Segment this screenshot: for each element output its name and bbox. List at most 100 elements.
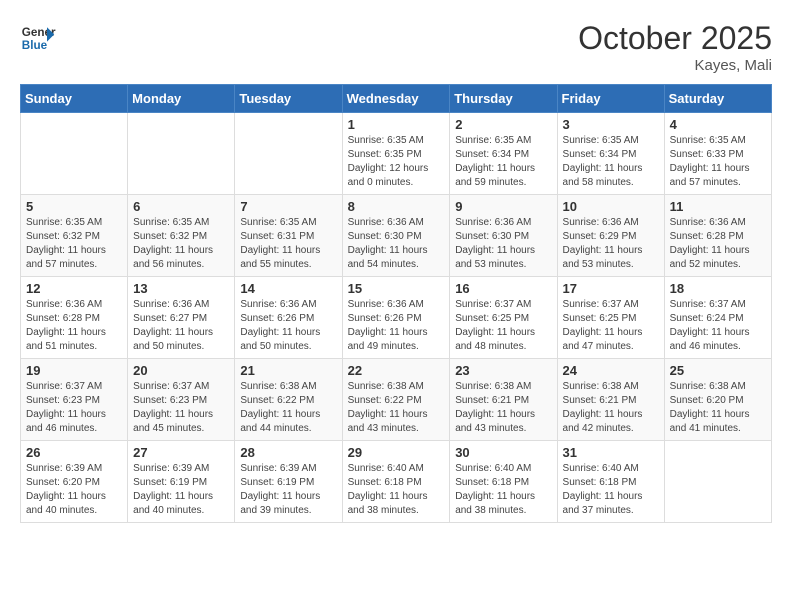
day-number: 17 xyxy=(563,281,659,296)
day-info: Sunrise: 6:40 AM Sunset: 6:18 PM Dayligh… xyxy=(348,462,445,518)
day-number: 29 xyxy=(348,445,445,460)
day-number: 19 xyxy=(26,363,122,378)
calendar-cell: 30 Sunrise: 6:40 AM Sunset: 6:18 PM Dayli… xyxy=(450,441,557,523)
day-info: Sunrise: 6:36 AM Sunset: 6:30 PM Dayligh… xyxy=(348,216,445,272)
weekday-header-friday: Friday xyxy=(557,85,664,113)
day-info: Sunrise: 6:35 AM Sunset: 6:32 PM Dayligh… xyxy=(133,216,229,272)
day-number: 12 xyxy=(26,281,122,296)
day-number: 25 xyxy=(670,363,766,378)
weekday-header-saturday: Saturday xyxy=(664,85,771,113)
calendar-cell: 10 Sunrise: 6:36 AM Sunset: 6:29 PM Dayli… xyxy=(557,195,664,277)
day-info: Sunrise: 6:40 AM Sunset: 6:18 PM Dayligh… xyxy=(455,462,551,518)
calendar-week-row: 26 Sunrise: 6:39 AM Sunset: 6:20 PM Dayli… xyxy=(21,441,772,523)
day-number: 28 xyxy=(240,445,336,460)
calendar-cell: 26 Sunrise: 6:39 AM Sunset: 6:20 PM Dayli… xyxy=(21,441,128,523)
calendar-cell xyxy=(664,441,771,523)
calendar-cell xyxy=(128,113,235,195)
day-number: 6 xyxy=(133,199,229,214)
day-info: Sunrise: 6:36 AM Sunset: 6:26 PM Dayligh… xyxy=(348,298,445,354)
day-number: 26 xyxy=(26,445,122,460)
calendar-cell: 3Sunrise: 6:35 AM Sunset: 6:34 PM Daylig… xyxy=(557,113,664,195)
svg-text:Blue: Blue xyxy=(22,39,48,52)
day-number: 4 xyxy=(670,117,766,132)
calendar-cell: 21Sunrise: 6:38 AM Sunset: 6:22 PM Dayli… xyxy=(235,359,342,441)
weekday-header-monday: Monday xyxy=(128,85,235,113)
day-info: Sunrise: 6:37 AM Sunset: 6:25 PM Dayligh… xyxy=(563,298,659,354)
calendar-cell: 23 Sunrise: 6:38 AM Sunset: 6:21 PM Dayli… xyxy=(450,359,557,441)
calendar-cell: 11 Sunrise: 6:36 AM Sunset: 6:28 PM Dayli… xyxy=(664,195,771,277)
calendar-cell: 12 Sunrise: 6:36 AM Sunset: 6:28 PM Dayli… xyxy=(21,277,128,359)
calendar-cell: 9 Sunrise: 6:36 AM Sunset: 6:30 PM Daylig… xyxy=(450,195,557,277)
day-number: 5 xyxy=(26,199,122,214)
day-info: Sunrise: 6:35 AM Sunset: 6:34 PM Dayligh… xyxy=(455,134,551,190)
logo-icon: General Blue xyxy=(20,20,56,56)
day-info: Sunrise: 6:35 AM Sunset: 6:34 PM Dayligh… xyxy=(563,134,659,190)
calendar-cell: 2 Sunrise: 6:35 AM Sunset: 6:34 PM Daylig… xyxy=(450,113,557,195)
calendar-cell: 16Sunrise: 6:37 AM Sunset: 6:25 PM Dayli… xyxy=(450,277,557,359)
day-info: Sunrise: 6:37 AM Sunset: 6:24 PM Dayligh… xyxy=(670,298,766,354)
weekday-header-tuesday: Tuesday xyxy=(235,85,342,113)
calendar-cell xyxy=(21,113,128,195)
calendar-cell: 22 Sunrise: 6:38 AM Sunset: 6:22 PM Dayli… xyxy=(342,359,450,441)
day-info: Sunrise: 6:39 AM Sunset: 6:19 PM Dayligh… xyxy=(133,462,229,518)
calendar-cell: 18 Sunrise: 6:37 AM Sunset: 6:24 PM Dayli… xyxy=(664,277,771,359)
calendar-cell: 4Sunrise: 6:35 AM Sunset: 6:33 PM Daylig… xyxy=(664,113,771,195)
calendar-cell: 8 Sunrise: 6:36 AM Sunset: 6:30 PM Daylig… xyxy=(342,195,450,277)
day-info: Sunrise: 6:37 AM Sunset: 6:23 PM Dayligh… xyxy=(26,380,122,436)
calendar-table: SundayMondayTuesdayWednesdayThursdayFrid… xyxy=(20,84,772,523)
location: Kayes, Mali xyxy=(578,57,772,74)
weekday-header-row: SundayMondayTuesdayWednesdayThursdayFrid… xyxy=(21,85,772,113)
calendar-week-row: 12 Sunrise: 6:36 AM Sunset: 6:28 PM Dayli… xyxy=(21,277,772,359)
calendar-week-row: 5 Sunrise: 6:35 AM Sunset: 6:32 PM Daylig… xyxy=(21,195,772,277)
day-number: 30 xyxy=(455,445,551,460)
day-number: 10 xyxy=(563,199,659,214)
day-number: 16 xyxy=(455,281,551,296)
day-number: 18 xyxy=(670,281,766,296)
day-info: Sunrise: 6:38 AM Sunset: 6:21 PM Dayligh… xyxy=(455,380,551,436)
day-number: 7 xyxy=(240,199,336,214)
weekday-header-thursday: Thursday xyxy=(450,85,557,113)
calendar-cell xyxy=(235,113,342,195)
day-info: Sunrise: 6:39 AM Sunset: 6:20 PM Dayligh… xyxy=(26,462,122,518)
day-info: Sunrise: 6:38 AM Sunset: 6:22 PM Dayligh… xyxy=(348,380,445,436)
calendar-cell: 14 Sunrise: 6:36 AM Sunset: 6:26 PM Dayli… xyxy=(235,277,342,359)
day-number: 15 xyxy=(348,281,445,296)
calendar-cell: 20 Sunrise: 6:37 AM Sunset: 6:23 PM Dayli… xyxy=(128,359,235,441)
calendar-cell: 7 Sunrise: 6:35 AM Sunset: 6:31 PM Daylig… xyxy=(235,195,342,277)
day-info: Sunrise: 6:36 AM Sunset: 6:28 PM Dayligh… xyxy=(670,216,766,272)
day-number: 14 xyxy=(240,281,336,296)
day-info: Sunrise: 6:36 AM Sunset: 6:29 PM Dayligh… xyxy=(563,216,659,272)
calendar-cell: 28Sunrise: 6:39 AM Sunset: 6:19 PM Dayli… xyxy=(235,441,342,523)
day-number: 2 xyxy=(455,117,551,132)
day-info: Sunrise: 6:38 AM Sunset: 6:21 PM Dayligh… xyxy=(563,380,659,436)
calendar-cell: 6 Sunrise: 6:35 AM Sunset: 6:32 PM Daylig… xyxy=(128,195,235,277)
day-info: Sunrise: 6:37 AM Sunset: 6:23 PM Dayligh… xyxy=(133,380,229,436)
title-block: October 2025 Kayes, Mali xyxy=(578,20,772,74)
day-number: 20 xyxy=(133,363,229,378)
day-number: 31 xyxy=(563,445,659,460)
day-info: Sunrise: 6:36 AM Sunset: 6:30 PM Dayligh… xyxy=(455,216,551,272)
day-number: 23 xyxy=(455,363,551,378)
calendar-week-row: 19 Sunrise: 6:37 AM Sunset: 6:23 PM Dayli… xyxy=(21,359,772,441)
day-info: Sunrise: 6:36 AM Sunset: 6:28 PM Dayligh… xyxy=(26,298,122,354)
calendar-cell: 25Sunrise: 6:38 AM Sunset: 6:20 PM Dayli… xyxy=(664,359,771,441)
day-info: Sunrise: 6:36 AM Sunset: 6:27 PM Dayligh… xyxy=(133,298,229,354)
day-info: Sunrise: 6:36 AM Sunset: 6:26 PM Dayligh… xyxy=(240,298,336,354)
day-number: 22 xyxy=(348,363,445,378)
day-info: Sunrise: 6:35 AM Sunset: 6:31 PM Dayligh… xyxy=(240,216,336,272)
day-number: 11 xyxy=(670,199,766,214)
day-number: 21 xyxy=(240,363,336,378)
day-number: 9 xyxy=(455,199,551,214)
calendar-cell: 15 Sunrise: 6:36 AM Sunset: 6:26 PM Dayli… xyxy=(342,277,450,359)
day-number: 13 xyxy=(133,281,229,296)
day-info: Sunrise: 6:35 AM Sunset: 6:32 PM Dayligh… xyxy=(26,216,122,272)
calendar-week-row: 1Sunrise: 6:35 AM Sunset: 6:35 PM Daylig… xyxy=(21,113,772,195)
calendar-cell: 5 Sunrise: 6:35 AM Sunset: 6:32 PM Daylig… xyxy=(21,195,128,277)
day-number: 8 xyxy=(348,199,445,214)
day-number: 24 xyxy=(563,363,659,378)
day-number: 1 xyxy=(348,117,445,132)
month-title: October 2025 xyxy=(578,20,772,57)
calendar-cell: 24 Sunrise: 6:38 AM Sunset: 6:21 PM Dayli… xyxy=(557,359,664,441)
calendar-cell: 19 Sunrise: 6:37 AM Sunset: 6:23 PM Dayli… xyxy=(21,359,128,441)
day-info: Sunrise: 6:40 AM Sunset: 6:18 PM Dayligh… xyxy=(563,462,659,518)
